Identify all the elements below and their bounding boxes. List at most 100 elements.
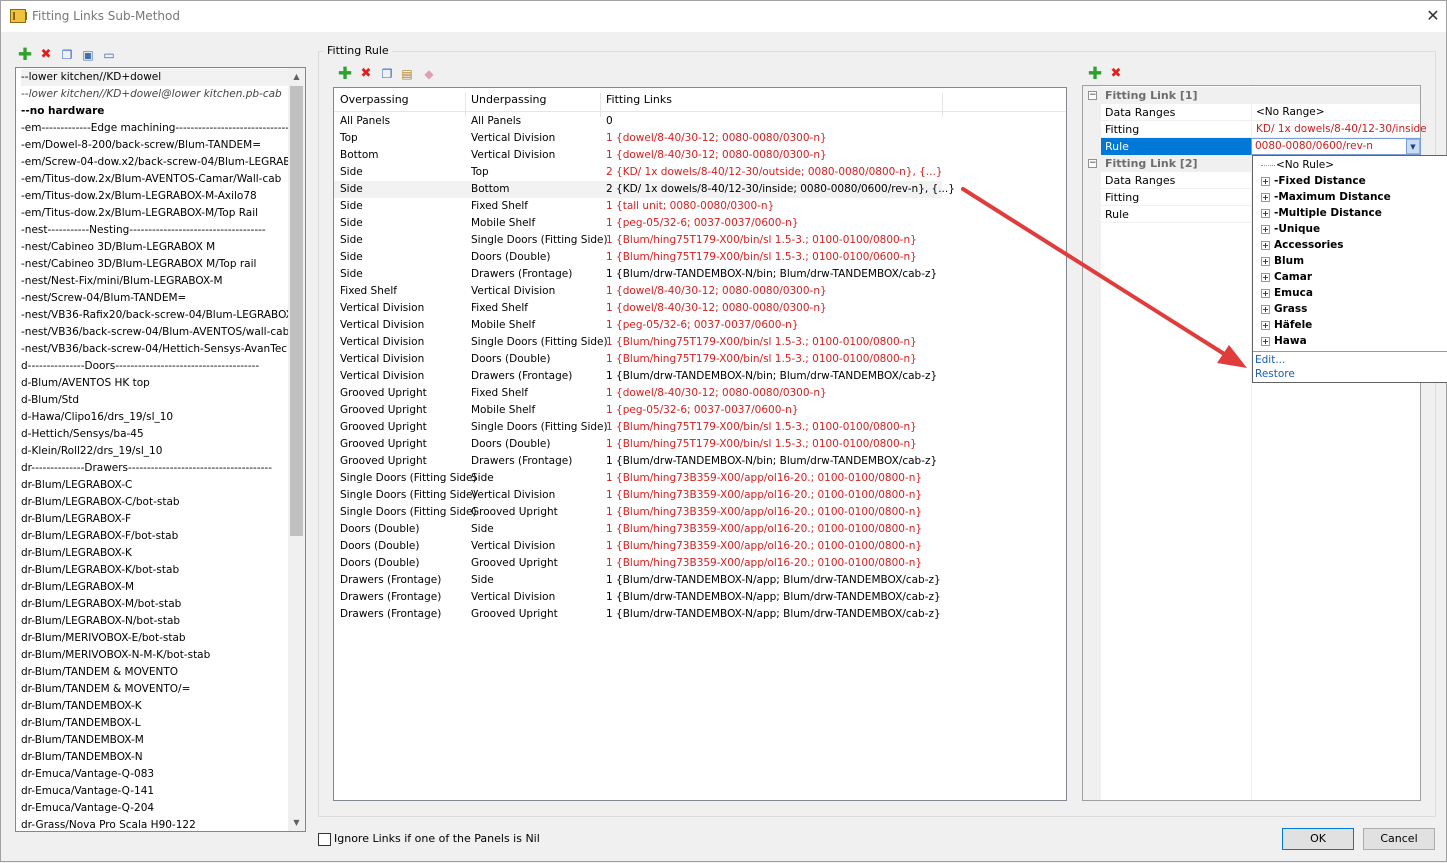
edit-icon[interactable]: ▣ bbox=[80, 47, 96, 63]
list-item[interactable]: dr-Blum/TANDEMBOX-L bbox=[21, 715, 289, 732]
category-fitting-link-1[interactable]: − Fitting Link [1] bbox=[1083, 87, 1420, 104]
expand-icon[interactable]: + bbox=[1261, 320, 1270, 330]
list-item[interactable]: -nest/Nest-Fix/mini/Blum-LEGRABOX-M bbox=[21, 273, 289, 290]
list-item[interactable]: dr-Blum/LEGRABOX-C bbox=[21, 477, 289, 494]
list-item[interactable]: dr--------------Drawers-----------------… bbox=[21, 460, 289, 477]
expand-icon[interactable]: + bbox=[1261, 272, 1270, 282]
add-icon[interactable]: ✚ bbox=[337, 66, 353, 83]
expand-icon[interactable]: + bbox=[1261, 240, 1270, 250]
list-item[interactable]: dr-Blum/LEGRABOX-F bbox=[21, 511, 289, 528]
list-item[interactable]: -nest/VB36/back-screw-04/Hettich-Sensys-… bbox=[21, 341, 289, 358]
table-row[interactable]: Side Single Doors (Fitting Side) 1 {Blum/h… bbox=[334, 232, 1066, 249]
column-header-underpassing[interactable]: Underpassing bbox=[471, 93, 547, 106]
list-item[interactable]: d-Hettich/Sensys/ba-45 bbox=[21, 426, 289, 443]
list-item[interactable]: dr-Blum/TANDEMBOX-N bbox=[21, 749, 289, 766]
rule-tree-node[interactable]: + -Multiple Distance bbox=[1261, 205, 1382, 221]
expand-icon[interactable]: + bbox=[1261, 208, 1270, 218]
list-item[interactable]: -em/Titus-dow.2x/Blum-AVENTOS-Camar/Wall… bbox=[21, 171, 289, 188]
edit-link[interactable]: Edit... bbox=[1255, 354, 1285, 366]
table-row[interactable]: Side Drawers (Frontage) 1 {Blum/drw-TANDEM… bbox=[334, 266, 1066, 283]
table-row[interactable]: All Panels All Panels 0 bbox=[334, 113, 1066, 130]
expand-icon[interactable]: + bbox=[1261, 176, 1270, 186]
table-row[interactable]: Vertical Division Mobile Shelf 1 {peg-05/3… bbox=[334, 317, 1066, 334]
list-item[interactable]: dr-Blum/MERIVOBOX-N-M-K/bot-stab bbox=[21, 647, 289, 664]
table-row[interactable]: Drawers (Frontage) Vertical Division 1 {Bl… bbox=[334, 589, 1066, 606]
copy-icon[interactable]: ❐ bbox=[59, 47, 75, 63]
table-row[interactable]: Grooved Upright Single Doors (Fitting Sid… bbox=[334, 419, 1066, 436]
rule-tree-node[interactable]: + -Fixed Distance bbox=[1261, 173, 1366, 189]
list-item[interactable]: dr-Emuca/Vantage-Q-204 bbox=[21, 800, 289, 817]
expand-icon[interactable]: + bbox=[1261, 336, 1270, 346]
list-item[interactable]: -nest/Cabineo 3D/Blum-LEGRABOX M bbox=[21, 239, 289, 256]
fitting-rule-grid[interactable]: Overpassing Underpassing Fitting Links A… bbox=[333, 87, 1067, 801]
column-header-overpassing[interactable]: Overpassing bbox=[340, 93, 409, 106]
table-row[interactable]: Doors (Double) Vertical Division 1 {Blum/h… bbox=[334, 538, 1066, 555]
table-row[interactable]: Side Top 2 {KD/ 1x dowels/8-40/12-30/outsi… bbox=[334, 164, 1066, 181]
list-item[interactable]: -nest/VB36-Rafix20/back-screw-04/Blum-LE… bbox=[21, 307, 289, 324]
table-row[interactable]: Grooved Upright Mobile Shelf 1 {peg-05/32-… bbox=[334, 402, 1066, 419]
list-item[interactable]: dr-Blum/TANDEMBOX-K bbox=[21, 698, 289, 715]
list-scrollbar[interactable]: ▲ ▼ bbox=[288, 68, 305, 831]
list-item[interactable]: -nest/VB36/back-screw-04/Blum-AVENTOS/wa… bbox=[21, 324, 289, 341]
table-row[interactable]: Top Vertical Division 1 {dowel/8-40/30-12;… bbox=[334, 130, 1066, 147]
delete-icon[interactable]: ✖ bbox=[358, 66, 374, 82]
table-row[interactable]: Vertical Division Fixed Shelf 1 {dowel/8-4… bbox=[334, 300, 1066, 317]
column-header-fitting-links[interactable]: Fitting Links bbox=[606, 93, 672, 106]
cancel-button[interactable]: Cancel bbox=[1363, 828, 1435, 850]
list-item[interactable]: d---------------Doors-------------------… bbox=[21, 358, 289, 375]
table-row[interactable]: Grooved Upright Drawers (Frontage) 1 {Blum… bbox=[334, 453, 1066, 470]
list-item[interactable]: dr-Blum/LEGRABOX-M/bot-stab bbox=[21, 596, 289, 613]
list-item[interactable]: -em-------------Edge machining----------… bbox=[21, 120, 289, 137]
list-item[interactable]: dr-Blum/TANDEM & MOVENTO/= bbox=[21, 681, 289, 698]
add-icon[interactable]: ✚ bbox=[17, 47, 33, 64]
rule-tree-node[interactable]: + Accessories bbox=[1261, 237, 1344, 253]
list-item[interactable]: -nest-----------Nesting-----------------… bbox=[21, 222, 289, 239]
rule-tree-node[interactable]: + Hawa bbox=[1261, 333, 1307, 349]
close-icon[interactable]: ✕ bbox=[1421, 5, 1445, 27]
table-row[interactable]: Doors (Double) Grooved Upright 1 {Blum/hin… bbox=[334, 555, 1066, 572]
list-item[interactable]: --no hardware bbox=[21, 103, 289, 120]
table-row[interactable]: Side Bottom 2 {KD/ 1x dowels/8-40/12-30/in… bbox=[334, 181, 955, 198]
list-item[interactable]: -em/Dowel-8-200/back-screw/Blum-TANDEM= bbox=[21, 137, 289, 154]
table-row[interactable]: Drawers (Frontage) Side 1 {Blum/drw-TANDEM… bbox=[334, 572, 1066, 589]
list-item[interactable]: -nest/Screw-04/Blum-TANDEM= bbox=[21, 290, 289, 307]
ok-button[interactable]: OK bbox=[1282, 828, 1354, 850]
table-row[interactable]: Drawers (Frontage) Grooved Upright 1 {Blum… bbox=[334, 606, 1066, 623]
chevron-down-icon[interactable]: ▼ bbox=[1406, 139, 1420, 154]
list-item[interactable]: dr-Blum/LEGRABOX-M bbox=[21, 579, 289, 596]
rule-tree-node[interactable]: <No Rule> bbox=[1261, 157, 1334, 173]
restore-link[interactable]: Restore bbox=[1255, 368, 1295, 380]
delete-icon[interactable]: ✖ bbox=[1108, 66, 1124, 82]
rule-tree-node[interactable]: + Grass bbox=[1261, 301, 1307, 317]
expand-icon[interactable]: + bbox=[1261, 304, 1270, 314]
table-row[interactable]: Doors (Double) Side 1 {Blum/hing73B359-X00… bbox=[334, 521, 1066, 538]
rule-tree-node[interactable]: + -Maximum Distance bbox=[1261, 189, 1391, 205]
expand-icon[interactable]: + bbox=[1261, 256, 1270, 266]
list-item[interactable]: dr-Blum/MERIVOBOX-E/bot-stab bbox=[21, 630, 289, 647]
rule-tree-node[interactable]: + Häfele bbox=[1261, 317, 1312, 333]
list-item[interactable]: -nest/Cabineo 3D/Blum-LEGRABOX M/Top rai… bbox=[21, 256, 289, 273]
table-row[interactable]: Grooved Upright Fixed Shelf 1 {dowel/8-40/… bbox=[334, 385, 1066, 402]
list-item[interactable]: dr-Grass/Nova Pro Scala H90-122 bbox=[21, 817, 289, 831]
table-row[interactable]: Side Mobile Shelf 1 {peg-05/32-6; 0037-003… bbox=[334, 215, 1066, 232]
list-item[interactable]: dr-Emuca/Vantage-Q-141 bbox=[21, 783, 289, 800]
expand-icon[interactable]: + bbox=[1261, 192, 1270, 202]
table-row[interactable]: Single Doors (Fitting Side) Vertical Divi… bbox=[334, 487, 1066, 504]
expand-icon[interactable]: + bbox=[1261, 224, 1270, 234]
table-row[interactable]: Single Doors (Fitting Side) Grooved Uprig… bbox=[334, 504, 1066, 521]
list-item[interactable]: dr-Blum/TANDEM & MOVENTO bbox=[21, 664, 289, 681]
scroll-thumb[interactable] bbox=[290, 86, 303, 536]
table-row[interactable]: Vertical Division Drawers (Frontage) 1 {Bl… bbox=[334, 368, 1066, 385]
table-row[interactable]: Vertical Division Doors (Double) 1 {Blum/h… bbox=[334, 351, 1066, 368]
ignore-links-checkbox[interactable] bbox=[318, 833, 331, 846]
list-item[interactable]: --lower kitchen//KD+dowel@lower kitchen.… bbox=[21, 86, 289, 103]
list-item[interactable]: dr-Blum/LEGRABOX-K bbox=[21, 545, 289, 562]
paste-icon[interactable]: ▤ bbox=[399, 66, 415, 82]
rule-tree-node[interactable]: + Blum bbox=[1261, 253, 1304, 269]
list-item[interactable]: -em/Titus-dow.2x/Blum-LEGRABOX-M-Axilo78 bbox=[21, 188, 289, 205]
table-row[interactable]: Vertical Division Single Doors (Fitting S… bbox=[334, 334, 1066, 351]
list-item[interactable]: dr-Blum/LEGRABOX-K/bot-stab bbox=[21, 562, 289, 579]
list-item[interactable]: dr-Blum/LEGRABOX-F/bot-stab bbox=[21, 528, 289, 545]
list-item[interactable]: d-Klein/Roll22/drs_19/sl_10 bbox=[21, 443, 289, 460]
prop-data-ranges-1[interactable]: Data Ranges <No Range> bbox=[1101, 104, 1420, 121]
